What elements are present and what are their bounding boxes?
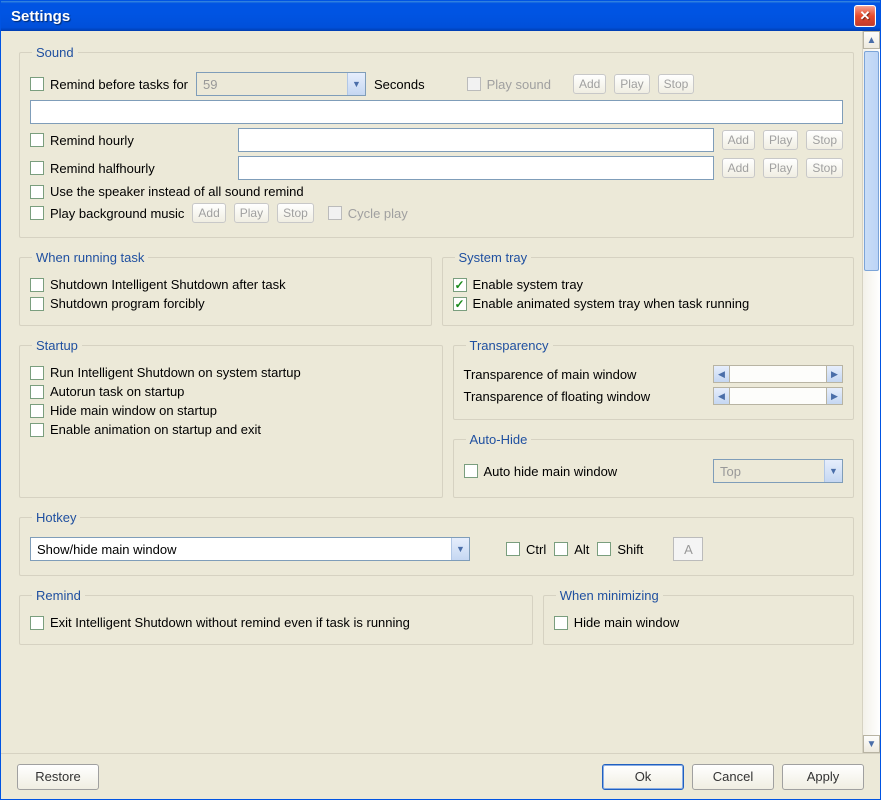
legend-running: When running task bbox=[32, 250, 148, 265]
halfhourly-path-input[interactable] bbox=[238, 156, 714, 180]
seconds-combo[interactable]: 59 ▼ bbox=[196, 72, 366, 96]
legend-minimizing: When minimizing bbox=[556, 588, 663, 603]
group-systray: System tray Enable system tray Enable an… bbox=[442, 250, 855, 326]
arrow-right-icon[interactable]: ▶ bbox=[826, 366, 842, 382]
group-sound: Sound Remind before tasks for 59 ▼ Secon… bbox=[19, 45, 854, 238]
ck-enable-tray[interactable]: Enable system tray bbox=[453, 277, 584, 292]
apply-button[interactable]: Apply bbox=[782, 764, 864, 790]
autohide-pos-combo[interactable]: Top ▼ bbox=[713, 459, 843, 483]
add-button-4[interactable]: Add bbox=[192, 203, 225, 223]
close-button[interactable]: ✕ bbox=[854, 5, 876, 27]
legend-startup: Startup bbox=[32, 338, 82, 353]
ck-remind-hourly[interactable]: Remind hourly bbox=[30, 133, 230, 148]
group-remind: Remind Exit Intelligent Shutdown without… bbox=[19, 588, 533, 645]
ck-hide-startup[interactable]: Hide main window on startup bbox=[30, 403, 217, 418]
play-button[interactable]: Play bbox=[614, 74, 649, 94]
slider-trans-main[interactable]: ◀▶ bbox=[713, 365, 843, 383]
seconds-label: Seconds bbox=[374, 77, 425, 92]
group-autohide: Auto-Hide Auto hide main window Top ▼ bbox=[453, 432, 855, 498]
ck-shutdown-forcibly[interactable]: Shutdown program forcibly bbox=[30, 296, 205, 311]
group-hotkey: Hotkey Show/hide main window ▼ Ctrl Alt … bbox=[19, 510, 854, 576]
slider-trans-float[interactable]: ◀▶ bbox=[713, 387, 843, 405]
ck-play-sound: Play sound bbox=[467, 77, 551, 92]
add-button-2[interactable]: Add bbox=[722, 130, 755, 150]
legend-remind: Remind bbox=[32, 588, 85, 603]
scroll-track[interactable] bbox=[863, 49, 880, 735]
legend-autohide: Auto-Hide bbox=[466, 432, 532, 447]
ck-autohide[interactable]: Auto hide main window bbox=[464, 464, 618, 479]
lbl-trans-float: Transparence of floating window bbox=[464, 389, 651, 404]
add-button[interactable]: Add bbox=[573, 74, 606, 94]
hotkey-action-combo[interactable]: Show/hide main window ▼ bbox=[30, 537, 470, 561]
ck-alt[interactable]: Alt bbox=[554, 542, 589, 557]
stop-button-4[interactable]: Stop bbox=[277, 203, 314, 223]
scroll-up-icon[interactable]: ▲ bbox=[863, 31, 880, 49]
group-running: When running task Shutdown Intelligent S… bbox=[19, 250, 432, 326]
ck-bg-music-input[interactable] bbox=[30, 206, 44, 220]
ck-autorun[interactable]: Autorun task on startup bbox=[30, 384, 184, 399]
arrow-right-icon[interactable]: ▶ bbox=[826, 388, 842, 404]
ck-shift[interactable]: Shift bbox=[597, 542, 643, 557]
group-transparency: Transparency Transparence of main window… bbox=[453, 338, 855, 420]
ck-speaker-input[interactable] bbox=[30, 185, 44, 199]
ck-hide-on-min[interactable]: Hide main window bbox=[554, 615, 680, 630]
arrow-left-icon[interactable]: ◀ bbox=[714, 388, 730, 404]
ok-button[interactable]: Ok bbox=[602, 764, 684, 790]
lbl-trans-main: Transparence of main window bbox=[464, 367, 637, 382]
play-button-2[interactable]: Play bbox=[763, 130, 798, 150]
restore-button[interactable]: Restore bbox=[17, 764, 99, 790]
play-button-3[interactable]: Play bbox=[763, 158, 798, 178]
group-minimizing: When minimizing Hide main window bbox=[543, 588, 854, 645]
legend-sound: Sound bbox=[32, 45, 78, 60]
ck-animated-tray[interactable]: Enable animated system tray when task ru… bbox=[453, 296, 750, 311]
ck-cycle-play: Cycle play bbox=[328, 206, 408, 221]
play-button-4[interactable]: Play bbox=[234, 203, 269, 223]
stop-button-2[interactable]: Stop bbox=[806, 130, 843, 150]
ck-bg-music[interactable]: Play background music bbox=[30, 206, 184, 221]
ck-shutdown-after[interactable]: Shutdown Intelligent Shutdown after task bbox=[30, 277, 286, 292]
chevron-down-icon[interactable]: ▼ bbox=[347, 73, 365, 95]
close-icon: ✕ bbox=[860, 8, 871, 24]
ck-anim-startup[interactable]: Enable animation on startup and exit bbox=[30, 422, 261, 437]
arrow-left-icon[interactable]: ◀ bbox=[714, 366, 730, 382]
ck-exit-noremind[interactable]: Exit Intelligent Shutdown without remind… bbox=[30, 615, 410, 630]
sound-path-input[interactable] bbox=[30, 100, 843, 124]
ck-run-startup[interactable]: Run Intelligent Shutdown on system start… bbox=[30, 365, 301, 380]
add-button-3[interactable]: Add bbox=[722, 158, 755, 178]
client-area: Sound Remind before tasks for 59 ▼ Secon… bbox=[1, 31, 880, 753]
window-title: Settings bbox=[11, 8, 70, 25]
scroll-down-icon[interactable]: ▼ bbox=[863, 735, 880, 753]
group-startup: Startup Run Intelligent Shutdown on syst… bbox=[19, 338, 443, 498]
stop-button-3[interactable]: Stop bbox=[806, 158, 843, 178]
ck-remind-hourly-input[interactable] bbox=[30, 133, 44, 147]
hourly-path-input[interactable] bbox=[238, 128, 714, 152]
hotkey-key-display: A bbox=[673, 537, 703, 561]
chevron-down-icon[interactable]: ▼ bbox=[451, 538, 469, 560]
scroll-thumb[interactable] bbox=[864, 51, 879, 271]
settings-window: Settings ✕ Sound Remind before tasks for… bbox=[0, 0, 881, 800]
legend-transparency: Transparency bbox=[466, 338, 553, 353]
ck-play-sound-input bbox=[467, 77, 481, 91]
ck-remind-before-input[interactable] bbox=[30, 77, 44, 91]
ck-remind-halfhourly-input[interactable] bbox=[30, 161, 44, 175]
stop-button[interactable]: Stop bbox=[658, 74, 695, 94]
ck-cycle-play-input bbox=[328, 206, 342, 220]
scroll-area: Sound Remind before tasks for 59 ▼ Secon… bbox=[1, 31, 862, 753]
titlebar[interactable]: Settings ✕ bbox=[1, 1, 880, 31]
vertical-scrollbar[interactable]: ▲ ▼ bbox=[862, 31, 880, 753]
legend-hotkey: Hotkey bbox=[32, 510, 80, 525]
footer: Restore Ok Cancel Apply bbox=[1, 753, 880, 799]
ck-speaker[interactable]: Use the speaker instead of all sound rem… bbox=[30, 184, 304, 199]
ck-remind-halfhourly[interactable]: Remind halfhourly bbox=[30, 161, 230, 176]
legend-systray: System tray bbox=[455, 250, 532, 265]
chevron-down-icon[interactable]: ▼ bbox=[824, 460, 842, 482]
ck-remind-before[interactable]: Remind before tasks for bbox=[30, 77, 188, 92]
cancel-button[interactable]: Cancel bbox=[692, 764, 774, 790]
ck-ctrl[interactable]: Ctrl bbox=[506, 542, 546, 557]
